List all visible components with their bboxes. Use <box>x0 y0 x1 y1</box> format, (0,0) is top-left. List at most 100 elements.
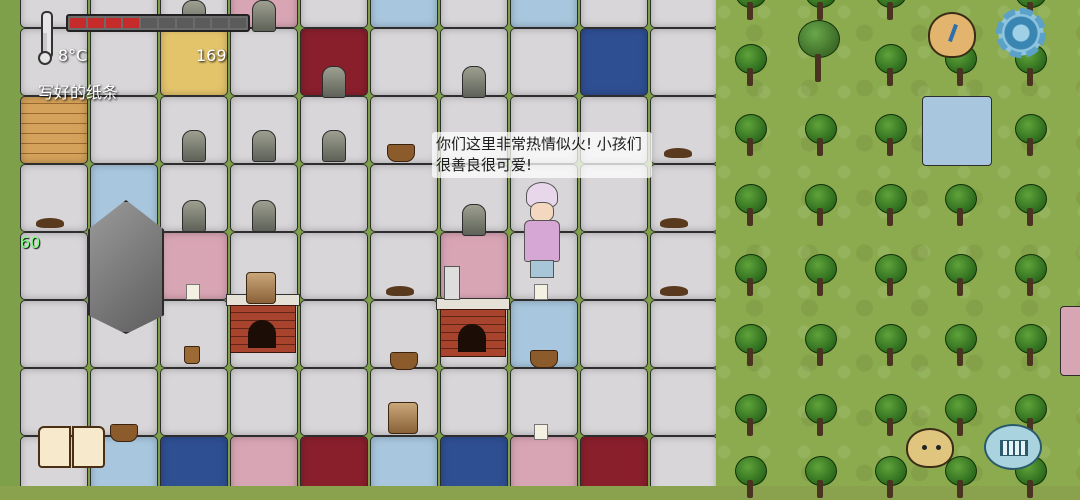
tree[interactable] <box>1015 184 1047 228</box>
floor-tile[interactable] <box>370 436 438 486</box>
tree[interactable] <box>805 114 837 158</box>
bell-item[interactable] <box>182 130 206 162</box>
settings-button[interactable] <box>996 8 1046 58</box>
floor-tile[interactable] <box>580 436 648 486</box>
tree[interactable] <box>805 0 837 22</box>
tree[interactable] <box>875 324 907 368</box>
recipe-book-button[interactable] <box>38 422 108 472</box>
tree[interactable] <box>735 254 767 298</box>
tree[interactable] <box>875 254 907 298</box>
bell-item[interactable] <box>252 0 276 32</box>
floor-tile[interactable] <box>650 300 716 368</box>
paper-note[interactable] <box>534 284 548 300</box>
tree[interactable] <box>805 254 837 298</box>
dirt-pile[interactable] <box>664 148 692 158</box>
basket-item[interactable] <box>390 352 418 370</box>
bell-item[interactable] <box>462 66 486 98</box>
tree[interactable] <box>945 456 977 500</box>
bell-item[interactable] <box>252 130 276 162</box>
floor-tile[interactable] <box>440 368 508 436</box>
tree[interactable] <box>875 0 907 22</box>
bucket-item[interactable] <box>184 346 200 364</box>
tree[interactable] <box>805 394 837 438</box>
clock-button[interactable] <box>928 12 976 58</box>
floor-tile-wood[interactable] <box>20 96 88 164</box>
floor-tile[interactable] <box>20 300 88 368</box>
tree[interactable] <box>945 394 977 438</box>
floor-tile[interactable] <box>300 368 368 436</box>
floor-tile[interactable] <box>510 0 578 28</box>
tree[interactable] <box>805 324 837 368</box>
tree[interactable] <box>735 114 767 158</box>
dirt-pile[interactable] <box>660 218 688 228</box>
floor-tile[interactable] <box>650 436 716 486</box>
dirt-pile[interactable] <box>386 286 414 296</box>
emote-button[interactable] <box>906 428 954 468</box>
tree[interactable] <box>735 456 767 500</box>
paper-note[interactable] <box>534 424 548 440</box>
floor-tile[interactable] <box>90 96 158 164</box>
floor-tile[interactable] <box>160 368 228 436</box>
floor-tile[interactable] <box>370 164 438 232</box>
floor-tile[interactable] <box>440 436 508 486</box>
tree[interactable] <box>735 0 767 22</box>
tree[interactable] <box>875 44 907 88</box>
floor-tile[interactable] <box>230 28 298 96</box>
tree[interactable] <box>945 324 977 368</box>
floor-tile[interactable] <box>650 28 716 96</box>
floor-tile[interactable] <box>300 232 368 300</box>
tree[interactable] <box>875 114 907 158</box>
water-tile[interactable] <box>922 96 992 166</box>
floor-tile[interactable] <box>650 0 716 28</box>
tree[interactable] <box>735 184 767 228</box>
floor-tile[interactable] <box>300 0 368 28</box>
bell-item[interactable] <box>182 200 206 232</box>
basket-item[interactable] <box>110 424 138 442</box>
dirt-pile[interactable] <box>660 286 688 296</box>
floor-tile[interactable] <box>370 28 438 96</box>
pink-tile[interactable] <box>1060 306 1080 376</box>
floor-tile[interactable] <box>580 0 648 28</box>
tree[interactable] <box>805 456 837 500</box>
floor-tile[interactable] <box>160 436 228 486</box>
floor-tile[interactable] <box>300 300 368 368</box>
rose-bush[interactable] <box>798 20 840 82</box>
keyboard-button[interactable] <box>984 424 1042 470</box>
tree[interactable] <box>945 184 977 228</box>
floor-tile[interactable] <box>510 436 578 486</box>
tree[interactable] <box>875 456 907 500</box>
floor-tile[interactable] <box>580 300 648 368</box>
player-character[interactable] <box>518 182 564 280</box>
basket-item[interactable] <box>530 350 558 368</box>
dirt-pile[interactable] <box>36 218 64 228</box>
floor-tile[interactable] <box>370 0 438 28</box>
bell-item[interactable] <box>322 66 346 98</box>
bell-item[interactable] <box>322 130 346 162</box>
floor-tile[interactable] <box>230 368 298 436</box>
tree[interactable] <box>735 44 767 88</box>
floor-tile[interactable] <box>580 232 648 300</box>
adobe-oven[interactable] <box>436 298 510 357</box>
tree[interactable] <box>1015 324 1047 368</box>
bread-stack[interactable] <box>246 272 276 304</box>
tree[interactable] <box>875 394 907 438</box>
tree[interactable] <box>875 184 907 228</box>
tree[interactable] <box>805 184 837 228</box>
tree[interactable] <box>735 394 767 438</box>
floor-tile[interactable] <box>580 28 648 96</box>
stone-pillar[interactable] <box>444 266 460 300</box>
floor-tile[interactable] <box>440 0 508 28</box>
floor-tile[interactable] <box>300 164 368 232</box>
tree[interactable] <box>945 254 977 298</box>
floor-tile[interactable] <box>580 368 648 436</box>
tree[interactable] <box>1015 254 1047 298</box>
floor-tile[interactable] <box>230 436 298 486</box>
bell-item[interactable] <box>462 204 486 236</box>
floor-tile[interactable] <box>650 368 716 436</box>
tree[interactable] <box>735 324 767 368</box>
wooden-bucket[interactable] <box>388 402 418 434</box>
bell-item[interactable] <box>252 200 276 232</box>
floor-tile[interactable] <box>510 28 578 96</box>
paper-note[interactable] <box>186 284 200 300</box>
tree[interactable] <box>1015 114 1047 158</box>
